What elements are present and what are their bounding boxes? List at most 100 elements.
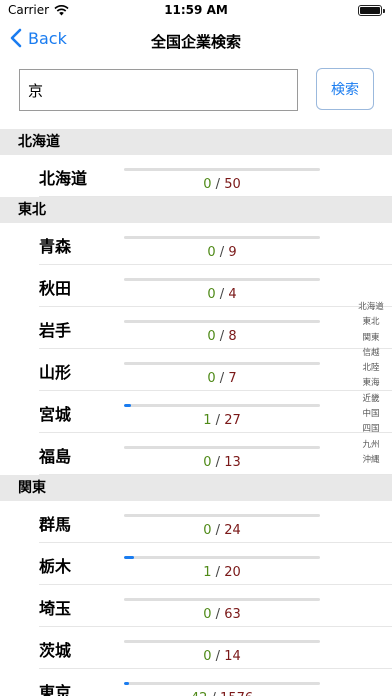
prefecture-row[interactable]: 宮城 1 / 27 xyxy=(0,391,392,433)
count-label: 0 / 13 xyxy=(203,455,241,470)
section-index[interactable]: 北海道 東北 関東 信越 北陸 東海 近畿 中国 四国 九州 沖縄 xyxy=(356,300,386,468)
count-label: 0 / 9 xyxy=(207,245,237,260)
total-count: 24 xyxy=(224,523,241,538)
prefecture-name: 宮城 xyxy=(39,405,72,424)
prefecture-row[interactable]: 福島 0 / 13 xyxy=(0,433,392,475)
found-count: 0 xyxy=(203,523,212,538)
index-item[interactable]: 中国 xyxy=(362,407,379,422)
progress-bar xyxy=(124,320,320,323)
total-count: 20 xyxy=(224,565,241,580)
found-count: 0 xyxy=(203,455,212,470)
total-count: 1576 xyxy=(220,691,253,696)
section-header: 関東 xyxy=(0,475,392,501)
count-label: 0 / 8 xyxy=(207,329,237,344)
count-label: 1 / 27 xyxy=(203,413,241,428)
prefecture-name: 福島 xyxy=(39,447,72,466)
count-label: 0 / 63 xyxy=(203,607,241,622)
status-time: 11:59 AM xyxy=(164,3,228,17)
status-bar: Carrier 11:59 AM xyxy=(0,0,392,20)
prefecture-name: 群馬 xyxy=(39,515,72,534)
index-item[interactable]: 九州 xyxy=(362,438,379,453)
battery-icon xyxy=(358,5,385,16)
progress-bar xyxy=(124,446,320,449)
total-count: 14 xyxy=(224,649,241,664)
count-label: 1 / 20 xyxy=(203,565,241,580)
found-count: 0 xyxy=(203,607,212,622)
index-item[interactable]: 近畿 xyxy=(362,392,379,407)
prefecture-name: 東京 xyxy=(39,683,72,696)
page-title: 全国企業検索 xyxy=(150,33,241,51)
count-label: 0 / 14 xyxy=(203,649,241,664)
found-count: 0 xyxy=(207,371,216,386)
found-count: 0 xyxy=(207,287,216,302)
progress-bar xyxy=(124,598,320,601)
found-count: 42 xyxy=(191,691,208,696)
prefecture-row[interactable]: 茨城 0 / 14 xyxy=(0,627,392,669)
index-item[interactable]: 信越 xyxy=(362,346,379,361)
total-count: 27 xyxy=(224,413,241,428)
search-input[interactable] xyxy=(19,69,298,111)
progress-bar xyxy=(124,682,320,685)
count-label: 0 / 7 xyxy=(207,371,237,386)
progress-bar xyxy=(124,640,320,643)
search-area: 検索 xyxy=(0,64,392,124)
found-count: 0 xyxy=(207,245,216,260)
prefecture-row[interactable]: 埼玉 0 / 63 xyxy=(0,585,392,627)
prefecture-name: 秋田 xyxy=(39,279,72,298)
found-count: 0 xyxy=(207,329,216,344)
found-count: 1 xyxy=(203,413,212,428)
prefecture-row[interactable]: 東京 42 / 1576 xyxy=(0,669,392,696)
prefecture-row[interactable]: 山形 0 / 7 xyxy=(0,349,392,391)
navigation-bar: Back 全国企業検索 xyxy=(0,20,392,64)
prefecture-row[interactable]: 岩手 0 / 8 xyxy=(0,307,392,349)
prefecture-row[interactable]: 群馬 0 / 24 xyxy=(0,501,392,543)
index-item[interactable]: 北海道 xyxy=(358,300,384,315)
total-count: 13 xyxy=(224,455,241,470)
progress-bar xyxy=(124,514,320,517)
progress-bar xyxy=(124,168,320,171)
prefecture-row[interactable]: 北海道 0 / 50 xyxy=(0,155,392,197)
index-item[interactable]: 東北 xyxy=(362,315,379,330)
total-count: 7 xyxy=(228,371,237,386)
progress-fill xyxy=(124,404,132,407)
count-label: 42 / 1576 xyxy=(124,691,320,696)
row-divider xyxy=(39,196,392,197)
prefecture-row[interactable]: 青森 0 / 9 xyxy=(0,223,392,265)
prefecture-row[interactable]: 秋田 0 / 4 xyxy=(0,265,392,307)
count-label: 0 / 4 xyxy=(207,287,237,302)
prefecture-name: 山形 xyxy=(39,363,72,382)
prefecture-name: 北海道 xyxy=(39,169,88,188)
total-count: 4 xyxy=(228,287,237,302)
progress-bar xyxy=(124,556,320,559)
prefecture-name: 茨城 xyxy=(39,641,72,660)
index-item[interactable]: 北陸 xyxy=(362,361,379,376)
prefecture-list[interactable]: 北海道 北海道 0 / 50 東北 青森 0 / 9 秋田 0 / 4 岩手 0 / 8 山形 0 /… xyxy=(0,129,392,696)
progress-bar xyxy=(124,404,320,407)
section-header: 北海道 xyxy=(0,129,392,155)
index-item[interactable]: 沖縄 xyxy=(362,453,379,468)
total-count: 9 xyxy=(228,245,237,260)
total-count: 50 xyxy=(224,177,241,192)
prefecture-name: 岩手 xyxy=(39,321,72,340)
total-count: 63 xyxy=(224,607,241,622)
progress-bar xyxy=(124,362,320,365)
progress-fill xyxy=(124,556,134,559)
progress-fill xyxy=(124,682,130,685)
index-item[interactable]: 関東 xyxy=(362,331,379,346)
count-label: 0 / 50 xyxy=(203,177,241,192)
progress-bar xyxy=(124,278,320,281)
prefecture-name: 栃木 xyxy=(39,557,72,576)
prefecture-name: 埼玉 xyxy=(39,599,72,618)
section-header: 東北 xyxy=(0,197,392,223)
index-item[interactable]: 四国 xyxy=(362,422,379,437)
index-item[interactable]: 東海 xyxy=(362,376,379,391)
found-count: 0 xyxy=(203,649,212,664)
prefecture-name: 青森 xyxy=(39,237,72,256)
count-label: 0 / 24 xyxy=(203,523,241,538)
prefecture-row[interactable]: 栃木 1 / 20 xyxy=(0,543,392,585)
total-count: 8 xyxy=(228,329,237,344)
found-count: 0 xyxy=(203,177,212,192)
row-divider xyxy=(39,474,392,475)
search-button[interactable]: 検索 xyxy=(316,68,374,110)
progress-bar xyxy=(124,236,320,239)
